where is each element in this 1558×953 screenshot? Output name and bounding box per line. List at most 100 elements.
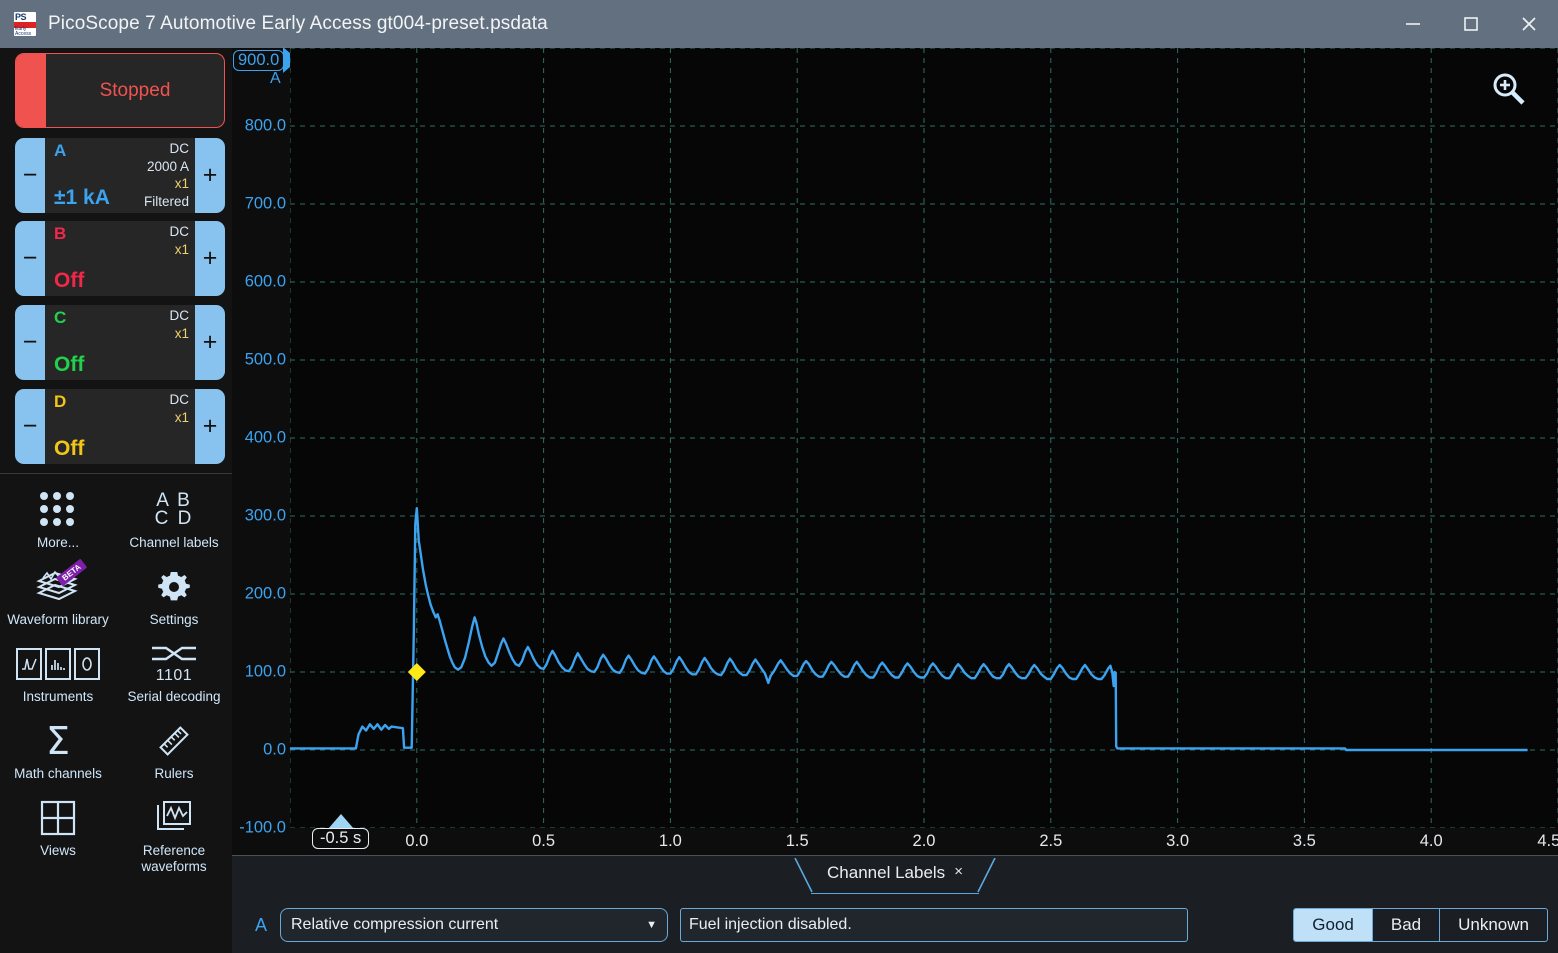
- channel-panel-a[interactable]: − A DC 2000 A x1 Filtered ±1 kA +: [15, 138, 225, 213]
- x-axis-start-marker[interactable]: -0.5 s: [312, 814, 369, 849]
- channel-a-decrease-button[interactable]: −: [15, 138, 45, 213]
- tool-reference-waveforms-label: Reference waveforms: [118, 843, 230, 875]
- tool-reference-waveforms[interactable]: Reference waveforms: [116, 790, 232, 879]
- chevron-down-icon[interactable]: ▼: [646, 919, 657, 931]
- y-axis-tick: 700.0: [245, 195, 286, 214]
- reference-waveform-icon: [154, 796, 194, 840]
- y-axis-tick: 100.0: [245, 663, 286, 682]
- tool-views[interactable]: Views: [0, 790, 116, 879]
- tool-channel-labels[interactable]: A B C D Channel labels: [116, 482, 232, 555]
- channel-c-range: Off: [54, 353, 84, 377]
- gear-icon: [155, 565, 193, 609]
- channel-d-coupling: DC: [170, 391, 190, 409]
- channel-panel-d[interactable]: − D DC x1 Off +: [15, 389, 225, 464]
- x-axis-tick: 2.5: [1039, 832, 1062, 851]
- channel-label-select-value: Relative compression current: [291, 916, 498, 934]
- channel-b-range: Off: [54, 269, 84, 293]
- tool-serial-decoding[interactable]: 1101 Serial decoding: [116, 636, 232, 709]
- tool-more-label: More...: [37, 535, 79, 551]
- channel-c-coupling: DC: [170, 307, 190, 325]
- y-axis-marker-value: 900.0: [233, 50, 284, 71]
- ruler-icon: [154, 719, 194, 763]
- x-axis-tick: 3.0: [1166, 832, 1189, 851]
- x-axis-tick: 1.5: [786, 832, 809, 851]
- channel-c-decrease-button[interactable]: −: [15, 305, 45, 380]
- x-axis-tick: 4.0: [1420, 832, 1443, 851]
- tool-math-channels[interactable]: Σ Math channels: [0, 713, 116, 786]
- channel-b-increase-button[interactable]: +: [195, 221, 225, 296]
- stacked-waveforms-icon: BETA: [35, 565, 81, 609]
- x-axis-tick: 0.5: [532, 832, 555, 851]
- status-label: Stopped: [46, 80, 224, 102]
- y-axis-tick: 800.0: [245, 117, 286, 136]
- waveform-svg: [290, 48, 1558, 828]
- tool-rulers[interactable]: Rulers: [116, 713, 232, 786]
- minimize-button[interactable]: [1384, 0, 1442, 48]
- serial-decoding-icon: 1101: [150, 642, 198, 686]
- tool-waveform-library-label: Waveform library: [7, 612, 109, 628]
- abcd-bottom-text: C D: [155, 510, 194, 528]
- serial-decoding-bits: 1101: [150, 668, 198, 683]
- bottom-panel: Channel Labels × A Relative compression …: [232, 855, 1558, 953]
- tool-math-channels-label: Math channels: [14, 766, 102, 782]
- tool-settings-label: Settings: [150, 612, 199, 628]
- tool-more[interactable]: More...: [0, 482, 116, 555]
- y-axis-tick: -100.0: [239, 819, 286, 838]
- channel-panel-b[interactable]: − B DC x1 Off +: [15, 221, 225, 296]
- channel-panel-c[interactable]: − C DC x1 Off +: [15, 305, 225, 380]
- verdict-bad-button[interactable]: Bad: [1372, 909, 1439, 941]
- scope-view: 900.0 A 800.0700.0600.0500.0400.0300.020…: [232, 48, 1558, 855]
- run-stop-button[interactable]: Stopped: [15, 53, 225, 128]
- verdict-good-button[interactable]: Good: [1294, 909, 1372, 941]
- channel-c-name: C: [54, 308, 66, 328]
- stop-indicator: [16, 54, 46, 127]
- zoom-in-icon[interactable]: [1490, 70, 1528, 113]
- channel-label-select[interactable]: Relative compression current ▼: [280, 908, 668, 942]
- channel-d-decrease-button[interactable]: −: [15, 389, 45, 464]
- grid-views-icon: [40, 796, 76, 840]
- close-button[interactable]: [1500, 0, 1558, 48]
- instruments-icon: [16, 642, 100, 686]
- channel-c-increase-button[interactable]: +: [195, 305, 225, 380]
- left-sidebar: Stopped − A DC 2000 A x1 Filtered ±1 kA …: [0, 48, 232, 953]
- channel-d-range: Off: [54, 437, 84, 461]
- tab-close-icon[interactable]: ×: [954, 863, 963, 880]
- channel-b-decrease-button[interactable]: −: [15, 221, 45, 296]
- tool-settings[interactable]: Settings: [116, 559, 232, 632]
- tab-channel-labels[interactable]: Channel Labels ×: [797, 856, 993, 896]
- x-axis-tick: 2.0: [913, 832, 936, 851]
- channel-label-channel: A: [242, 915, 280, 936]
- channel-a-range: ±1 kA: [54, 186, 110, 210]
- channel-a-scale: x1: [144, 175, 189, 193]
- x-axis-marker-value: -0.5 s: [312, 828, 369, 849]
- tool-instruments[interactable]: Instruments: [0, 636, 116, 709]
- plot-area[interactable]: [290, 48, 1558, 828]
- channel-d-scale: x1: [170, 409, 190, 427]
- tool-channel-labels-label: Channel labels: [129, 535, 218, 551]
- tool-instruments-label: Instruments: [23, 689, 94, 705]
- channel-label-note-input[interactable]: Fuel injection disabled.: [680, 908, 1188, 942]
- channel-a-name: A: [54, 141, 66, 161]
- y-axis-tick: 200.0: [245, 585, 286, 604]
- channel-a-probe-range: 2000 A: [144, 158, 189, 176]
- y-axis[interactable]: 900.0 A 800.0700.0600.0500.0400.0300.020…: [232, 48, 290, 828]
- tool-serial-decoding-label: Serial decoding: [127, 689, 220, 705]
- tab-channel-labels-label: Channel Labels: [827, 863, 945, 883]
- app-logo-icon: PS Early Access: [14, 12, 36, 36]
- tool-waveform-library[interactable]: BETA Waveform library: [0, 559, 116, 632]
- channel-b-coupling: DC: [170, 223, 190, 241]
- channel-d-increase-button[interactable]: +: [195, 389, 225, 464]
- logo-early-access-text: Early Access: [15, 27, 36, 36]
- channel-b-name: B: [54, 224, 66, 244]
- y-axis-range-marker[interactable]: 900.0: [233, 47, 298, 73]
- y-axis-unit: A: [270, 70, 281, 88]
- verdict-unknown-button[interactable]: Unknown: [1439, 909, 1547, 941]
- maximize-button[interactable]: [1442, 0, 1500, 48]
- channel-label-row: A Relative compression current ▼ Fuel in…: [232, 900, 1558, 950]
- abcd-icon: A B C D: [155, 488, 194, 532]
- channel-label-note-value: Fuel injection disabled.: [689, 916, 852, 934]
- channel-a-increase-button[interactable]: +: [195, 138, 225, 213]
- sigma-icon: Σ: [46, 719, 70, 763]
- window-controls: [1384, 0, 1558, 48]
- channel-c-scale: x1: [170, 325, 190, 343]
